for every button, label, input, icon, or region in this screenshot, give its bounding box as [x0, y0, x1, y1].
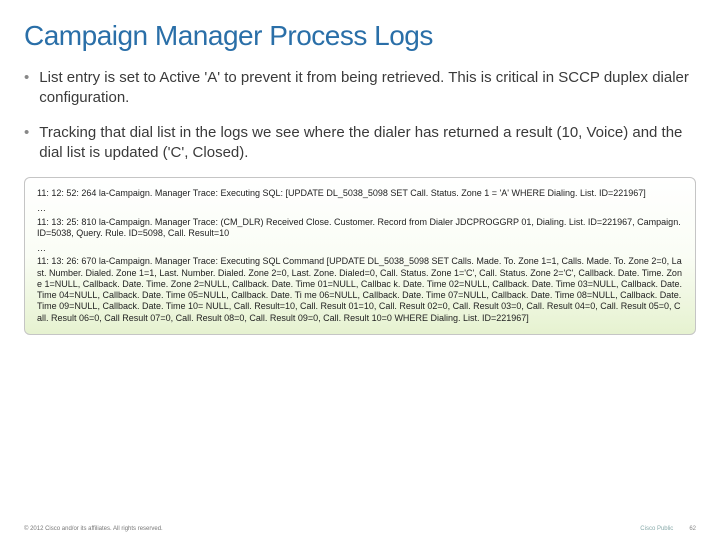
bullet-text: Tracking that dial list in the logs we s… — [39, 123, 696, 164]
bullet-item: • Tracking that dial list in the logs we… — [24, 123, 696, 164]
log-output-box: 11: 12: 52: 264 la-Campaign. Manager Tra… — [24, 177, 696, 335]
classification-text: Cisco Public — [640, 526, 673, 532]
copyright-text: © 2012 Cisco and/or its affiliates. All … — [24, 526, 163, 532]
bullet-marker: • — [24, 123, 29, 164]
slide-title: Campaign Manager Process Logs — [24, 20, 696, 52]
log-separator: … — [37, 203, 683, 214]
log-line: 11: 13: 25: 810 la-Campaign. Manager Tra… — [37, 217, 683, 240]
log-line: 11: 13: 26: 670 la-Campaign. Manager Tra… — [37, 256, 683, 324]
bullet-marker: • — [24, 68, 29, 109]
bullet-list: • List entry is set to Active 'A' to pre… — [24, 68, 696, 163]
bullet-text: List entry is set to Active 'A' to preve… — [39, 68, 696, 109]
footer-right: Cisco Public 62 — [640, 526, 696, 532]
page-number: 62 — [689, 526, 696, 532]
slide-container: Campaign Manager Process Logs • List ent… — [0, 0, 720, 540]
log-separator: … — [37, 243, 683, 254]
slide-footer: © 2012 Cisco and/or its affiliates. All … — [0, 518, 720, 540]
bullet-item: • List entry is set to Active 'A' to pre… — [24, 68, 696, 109]
log-line: 11: 12: 52: 264 la-Campaign. Manager Tra… — [37, 188, 683, 199]
